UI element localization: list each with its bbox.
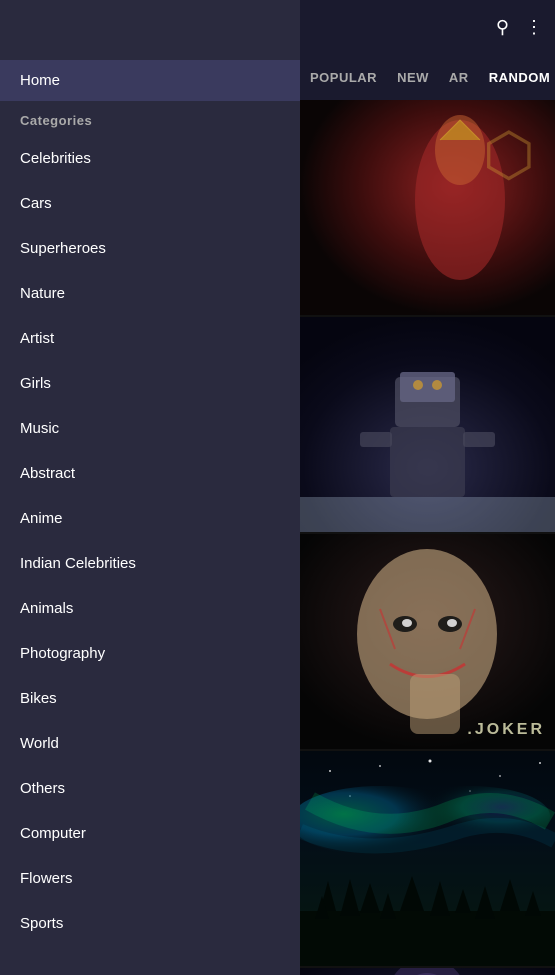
sidebar-item-animals[interactable]: Animals [0,586,300,631]
nav-item-new[interactable]: NEW [397,70,429,85]
more-options-icon[interactable]: ⋮ [525,17,543,38]
sidebar-item-abstract[interactable]: Abstract [0,451,300,496]
sidebar-item-anime[interactable]: Anime [0,496,300,541]
sidebar-item-indian-celebrities[interactable]: Indian Celebrities [0,541,300,586]
nav-bar: POPULAR NEW AR RANDOM [300,55,555,100]
sidebar-item-photography[interactable]: Photography [0,631,300,676]
sidebar-item-home[interactable]: Home [0,60,300,101]
sidebar-item-cars[interactable]: Cars [0,181,300,226]
sidebar-item-world[interactable]: World [0,721,300,766]
sidebar-item-bikes[interactable]: Bikes [0,676,300,721]
search-icon[interactable]: ⚲ [496,17,509,38]
nav-item-ar[interactable]: AR [449,70,469,85]
nav-item-random[interactable]: RANDOM [489,70,551,85]
wallpaper-joker-label: .JOKER [467,721,545,739]
nav-item-popular[interactable]: POPULAR [310,70,377,85]
sidebar-item-nature[interactable]: Nature [0,271,300,316]
sidebar-item-others[interactable]: Others [0,766,300,811]
sidebar-item-computer[interactable]: Computer [0,811,300,856]
sidebar-categories-label: Categories [0,101,300,136]
sidebar-item-superheroes[interactable]: Superheroes [0,226,300,271]
sidebar-item-sports[interactable]: Sports [0,901,300,946]
sidebar-item-flowers[interactable]: Flowers [0,856,300,901]
wallpaper-item[interactable] [300,100,555,315]
wallpaper-item[interactable] [300,317,555,532]
wallpaper-item[interactable]: .JOKER [300,534,555,749]
wallpaper-item[interactable] [300,751,555,966]
sidebar-item-girls[interactable]: Girls [0,361,300,406]
sidebar: Home Categories Celebrities Cars Superhe… [0,0,300,975]
sidebar-item-celebrities[interactable]: Celebrities [0,136,300,181]
main-content: .JOKER [300,100,555,975]
sidebar-item-music[interactable]: Music [0,406,300,451]
sidebar-item-artist[interactable]: Artist [0,316,300,361]
header-icons: ⚲ ⋮ [496,17,543,38]
wallpaper-item[interactable] [300,968,555,975]
wallpaper-grid: .JOKER [300,100,555,975]
